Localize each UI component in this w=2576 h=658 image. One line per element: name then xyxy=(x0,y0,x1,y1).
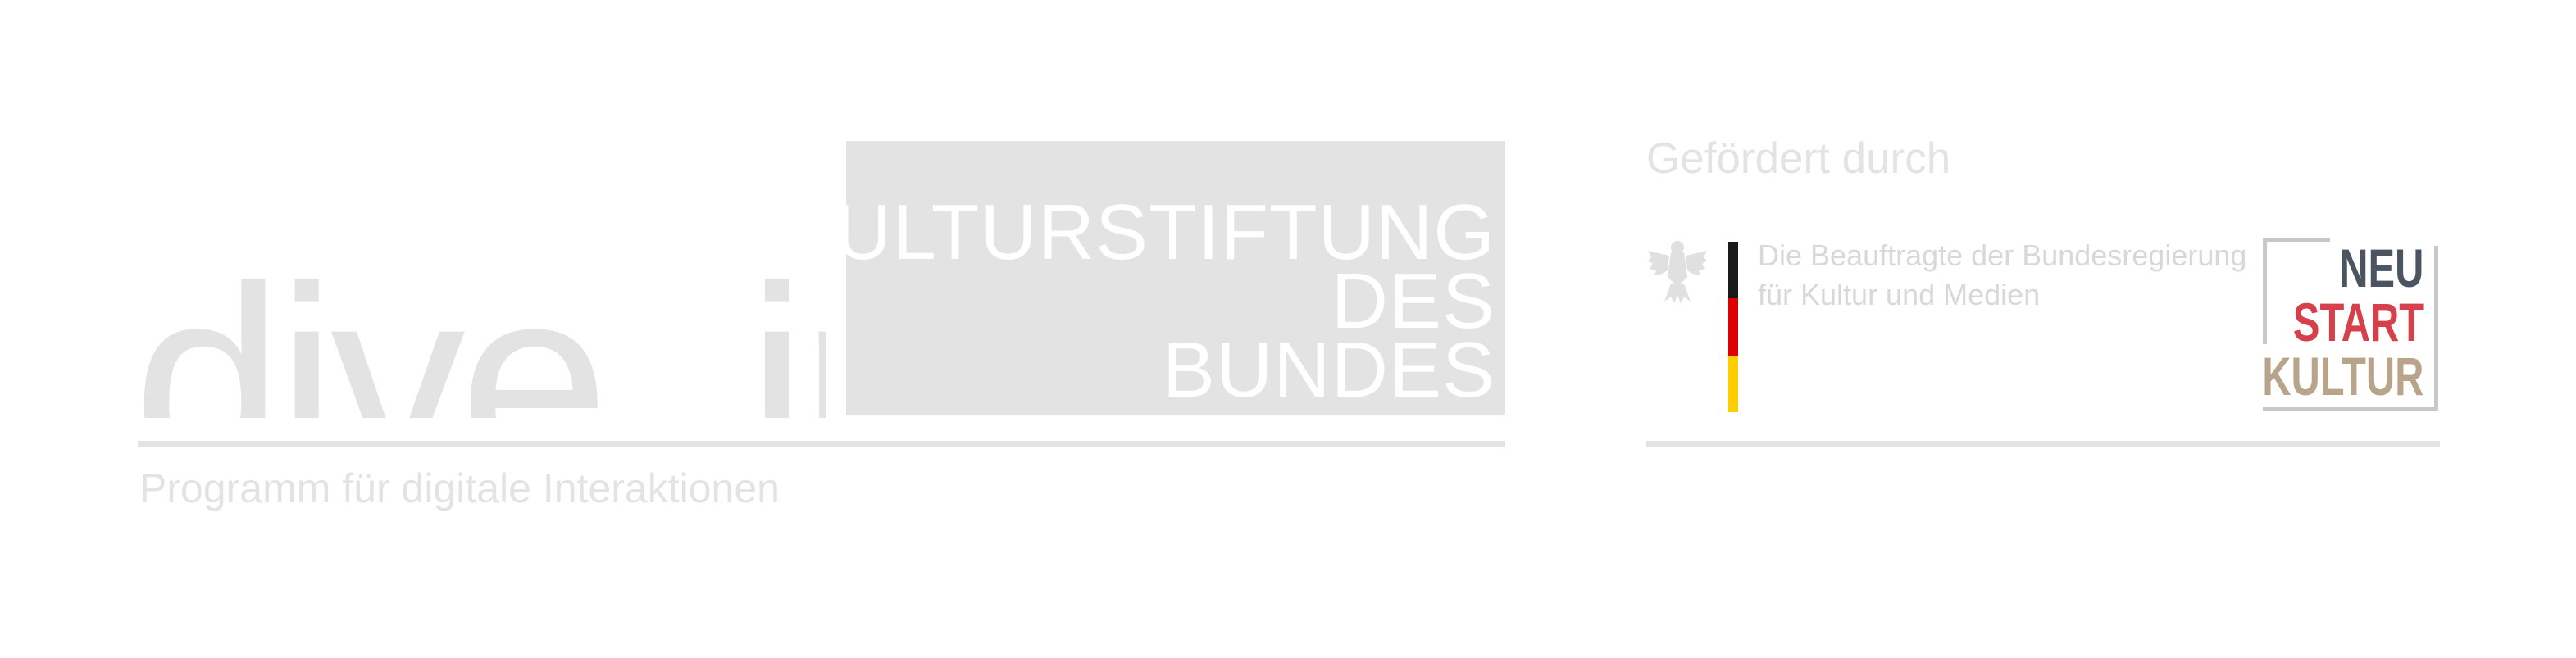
neustart-word-start: START xyxy=(2292,292,2424,352)
logo-frame xyxy=(2434,246,2438,411)
bkm-label: Die Beauftragte der Bundesregierung für … xyxy=(1758,236,2246,315)
federal-eagle-icon xyxy=(1648,241,1707,303)
flag-stripe-black xyxy=(1728,242,1738,299)
logo-frame xyxy=(2263,238,2267,344)
flag-stripe-gold xyxy=(1728,355,1738,412)
neustart-word-neu: NEU xyxy=(2338,238,2424,298)
neustart-word-kultur: KULTUR xyxy=(2261,346,2424,406)
dive-in-wordmark: dive_in xyxy=(138,238,826,419)
program-caption: Programm für digitale Interaktionen xyxy=(139,465,780,511)
kulturstiftung-des-bundes-logo: KULTURSTIFTUNG DES BUNDES xyxy=(781,141,1505,415)
flag-stripe-red xyxy=(1728,298,1738,356)
logo-frame xyxy=(2263,238,2330,242)
neustart-kultur-logo: NEU START KULTUR xyxy=(2261,238,2438,411)
foundation-line-3: BUNDES xyxy=(1162,326,1495,414)
bkm-line-2: für Kultur und Medien xyxy=(1758,278,2041,311)
bkm-line-1: Die Beauftragte der Bundesregierung xyxy=(1758,238,2247,272)
funded-by-label: Gefördert durch xyxy=(1646,134,1951,183)
dive-in-logo: dive_in xyxy=(138,238,826,419)
right-divider xyxy=(1646,441,2440,447)
left-divider xyxy=(138,441,1505,447)
logo-frame xyxy=(2263,407,2438,411)
german-flag-bar xyxy=(1728,242,1738,412)
